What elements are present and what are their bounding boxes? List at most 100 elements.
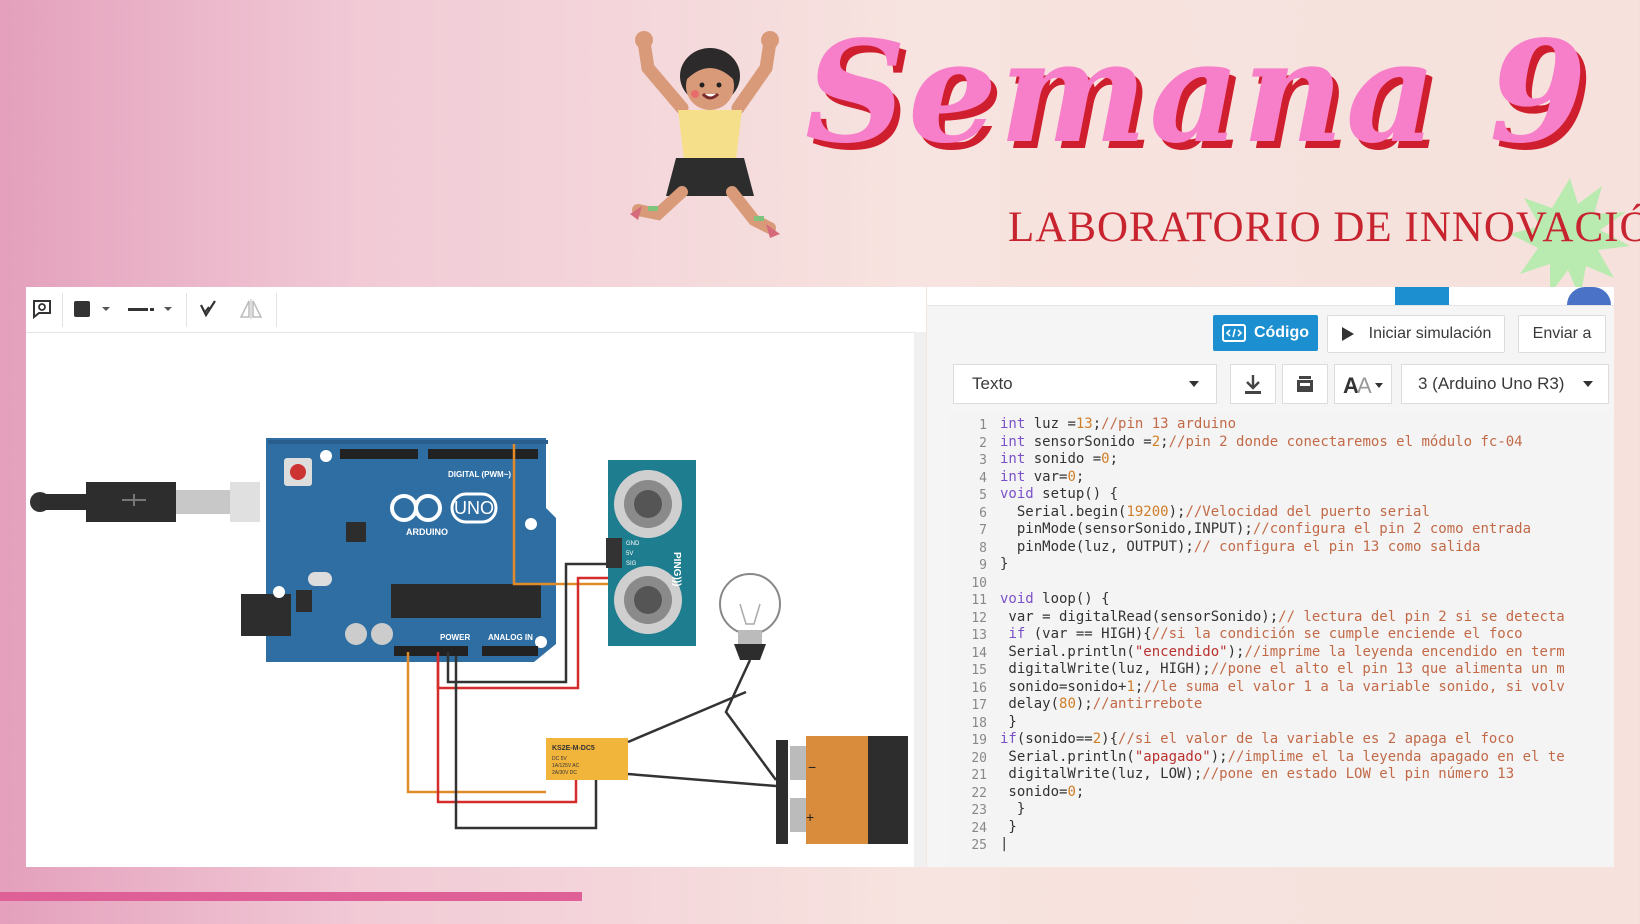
code-token: ; — [1075, 468, 1085, 485]
code-token: int — [1000, 451, 1026, 467]
decorative-bar — [0, 892, 582, 901]
code-line[interactable]: Serial.begin(19200);//Velocidad del puer… — [1000, 504, 1430, 520]
code-line[interactable]: int sonido =0; — [1000, 451, 1118, 467]
code-token: if — [1008, 626, 1026, 642]
code-token: 19200 — [1126, 503, 1169, 520]
code-line[interactable]: sonido=0; — [1000, 784, 1084, 800]
code-line[interactable]: if(sonido==2){//si el valor de la variab… — [1000, 731, 1514, 747]
code-line[interactable]: pinMode(luz, OUTPUT);// configura el pin… — [1000, 538, 1481, 555]
code-token: // configura el pin 13 como salida — [1193, 538, 1481, 555]
code-token: //configura el pin 2 como entrada — [1252, 521, 1532, 537]
flip-icon[interactable] — [194, 295, 222, 323]
code-token: var= — [1025, 468, 1068, 485]
code-token: //si la condición se cumple enciende el … — [1151, 626, 1523, 642]
page-subtitle: LABORATORIO DE INNOVACIÓN — [1008, 204, 1640, 251]
code-token: int — [1000, 416, 1026, 432]
code-line[interactable]: Serial.println("apagado");//implime el l… — [1000, 748, 1564, 765]
mode-select[interactable]: Texto — [953, 364, 1217, 404]
chevron-down-icon — [1583, 381, 1593, 387]
code-line[interactable]: } — [1000, 818, 1017, 835]
code-line[interactable]: void setup() { — [1000, 486, 1118, 502]
code-token: (sonido== — [1016, 731, 1093, 747]
light-bulb — [719, 573, 781, 660]
sensor-pin-5v: 5V — [626, 551, 633, 557]
battery-plus: + — [806, 809, 814, 825]
code-token: 0 — [1067, 783, 1076, 800]
code-line[interactable]: int sensorSonido =2;//pin 2 donde conect… — [1000, 434, 1523, 450]
girl-illustration — [630, 31, 780, 238]
code-token: 2 — [1151, 433, 1161, 450]
relay-spec-1: DC 5V — [552, 756, 567, 762]
code-line[interactable]: int luz =13;//pin 13 arduino — [1000, 416, 1236, 432]
device-select[interactable]: 3 (Arduino Uno R3) — [1401, 364, 1609, 404]
code-icon — [1221, 323, 1246, 342]
code-token: //pin 2 donde conectaremos el módulo fc-… — [1168, 433, 1523, 450]
page-title: Semana 9 — [805, 11, 1589, 175]
sensor-pin-gnd: GND — [626, 541, 640, 547]
sensor-name: PING))) — [671, 552, 682, 586]
download-icon[interactable] — [1230, 364, 1276, 404]
code-line[interactable]: var = digitalRead(sensorSonido);// lectu… — [1000, 608, 1565, 625]
code-token: ; — [1109, 451, 1119, 467]
code-line[interactable]: int var=0; — [1000, 469, 1084, 485]
code-line[interactable]: Serial.println("encendido");//imprime la… — [1000, 644, 1564, 660]
code-token: Serial.println( — [1000, 748, 1135, 765]
code-line[interactable]: } — [1000, 801, 1025, 817]
ultrasonic-sensor: GND 5V SIG PING))) — [606, 460, 696, 646]
code-token: var = digitalRead(sensorSonido); — [1000, 608, 1279, 625]
code-lines[interactable]: int luz =13;//pin 13 arduino int sensorSo… — [949, 412, 1614, 867]
code-token: luz = — [1025, 416, 1076, 432]
fill-color-icon[interactable] — [70, 295, 114, 323]
code-token: pinMode(luz, OUTPUT); — [1000, 538, 1194, 555]
active-view-tab[interactable] — [1395, 287, 1449, 305]
arduino-uno-board: UNO ARDUINO DIGITAL (PWM~) POWER ANALOG … — [241, 438, 556, 662]
code-token: //pone el alto el pin 13 que alimenta un… — [1210, 661, 1565, 677]
send-to-button[interactable]: Enviar a — [1518, 315, 1606, 353]
code-token: sensorSonido = — [1025, 433, 1152, 450]
mirror-icon[interactable] — [236, 295, 266, 323]
code-token: delay( — [1000, 696, 1060, 712]
code-button[interactable]: Código — [1213, 315, 1318, 351]
code-line[interactable]: } — [1000, 713, 1017, 730]
code-line[interactable]: delay(80);//antirrebote — [1000, 696, 1202, 712]
code-token: loop() { — [1033, 591, 1110, 607]
code-line[interactable]: void loop() { — [1000, 591, 1110, 607]
user-avatar[interactable] — [1567, 287, 1611, 305]
relay-spec-3: 2A/30V DC — [552, 770, 577, 776]
note-icon[interactable] — [28, 295, 56, 323]
font-size-icon[interactable]: AA — [1334, 364, 1392, 404]
code-line[interactable]: } — [1000, 556, 1008, 572]
send-to-label: Enviar a — [1532, 325, 1592, 342]
code-line[interactable]: pinMode(sensorSonido,INPUT);//configura … — [1000, 521, 1531, 537]
circuit-schematic[interactable]: UNO ARDUINO DIGITAL (PWM~) POWER ANALOG … — [26, 332, 914, 867]
canvas-divider — [914, 332, 926, 867]
code-token: // lectura del pin 2 si se detecta — [1278, 608, 1565, 625]
code-editor-panel: Código Iniciar simulación Enviar a Texto… — [927, 287, 1614, 867]
code-token: } — [1000, 556, 1009, 572]
usb-cable — [30, 482, 260, 522]
chevron-down-icon — [1189, 381, 1199, 387]
code-token: } — [1000, 818, 1017, 835]
library-icon[interactable] — [1282, 364, 1328, 404]
code-editor[interactable]: 1 2 3 4 5 6 7 8 9 10 11 12 13 14 15 16 17 18 19 20 21 22 23 24 2… — [949, 412, 1614, 867]
code-token: void — [1000, 486, 1034, 502]
code-token: digitalWrite(luz, LOW); — [1000, 766, 1203, 782]
code-token: } — [1000, 713, 1017, 730]
start-simulation-label: Iniciar simulación — [1368, 325, 1492, 342]
code-line[interactable]: | — [1000, 836, 1008, 852]
code-token: sonido = — [1025, 451, 1102, 467]
code-token: "apagado" — [1134, 748, 1211, 765]
relay-model: KS2E-M-DC5 — [552, 745, 595, 752]
code-token: ); — [1210, 748, 1228, 765]
code-token: //pin 13 arduino — [1101, 416, 1237, 432]
code-line[interactable]: digitalWrite(luz, HIGH);//pone el alto e… — [1000, 661, 1565, 677]
start-simulation-button[interactable]: Iniciar simulación — [1327, 315, 1505, 353]
line-style-icon[interactable] — [124, 295, 176, 323]
arduino-digital-label: DIGITAL (PWM~) — [448, 470, 511, 479]
code-token: //Velocidad del puerto serial — [1185, 503, 1430, 520]
code-line[interactable]: digitalWrite(luz, LOW);//pone en estado … — [1000, 766, 1514, 782]
code-token: //pone en estado LOW el pin número 13 — [1202, 766, 1515, 782]
battery: − + — [776, 736, 908, 844]
code-line[interactable]: if (var == HIGH){//si la condición se cu… — [1000, 626, 1523, 642]
code-line[interactable]: sonido=sonido+1;//le suma el valor 1 a l… — [1000, 679, 1564, 695]
